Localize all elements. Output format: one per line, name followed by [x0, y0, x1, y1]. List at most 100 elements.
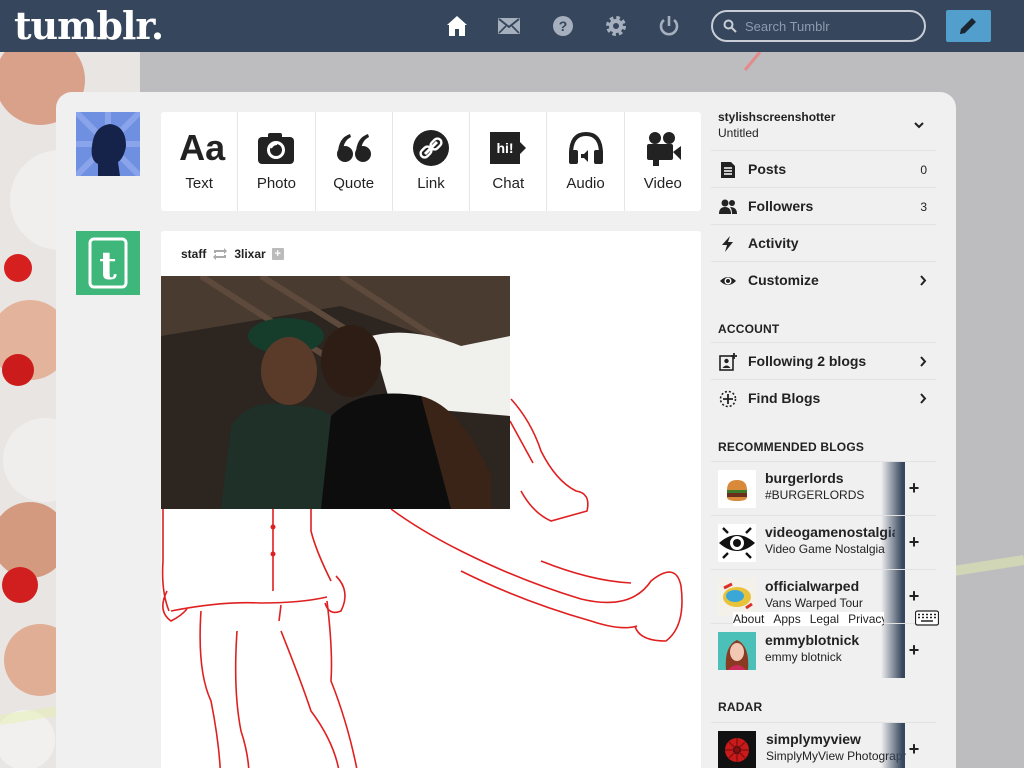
sidebar-item-label: Customize	[748, 272, 819, 288]
emmyblotnick-avatar	[718, 632, 756, 670]
chevron-down-icon	[914, 122, 924, 129]
find-blogs-icon	[719, 390, 737, 408]
sidebar-item-label: Find Blogs	[748, 390, 821, 406]
burgerlords-avatar	[718, 470, 756, 508]
chevron-right-icon	[920, 393, 927, 404]
staff-avatar[interactable]: t	[76, 231, 140, 295]
blog-name: stylishscreenshotter	[718, 110, 836, 124]
video-camera-icon	[643, 128, 683, 168]
recommended-blog-name: burgerlords	[765, 470, 844, 486]
compose-button[interactable]	[946, 10, 991, 42]
post-type-bar: Aa Text Photo Quote Link hi! Chat Audio	[161, 112, 701, 211]
sidebar-item-label: Following 2 blogs	[748, 353, 867, 369]
help-icon[interactable]: ?	[551, 14, 575, 38]
post-type-label: Video	[643, 175, 682, 192]
post-type-label: Link	[417, 175, 445, 192]
post-photo[interactable]	[161, 276, 510, 509]
keyboard-shortcuts-icon[interactable]	[914, 610, 940, 626]
home-icon[interactable]	[445, 14, 469, 38]
sidebar-item-posts[interactable]: Posts 0	[711, 150, 936, 187]
text-aa-icon: Aa	[179, 127, 226, 168]
follow-button[interactable]: +	[904, 479, 924, 499]
post-type-label: Chat	[492, 175, 525, 192]
post-type-link[interactable]: Link	[393, 112, 471, 211]
pencil-icon	[960, 18, 976, 34]
svg-text:t: t	[99, 243, 117, 288]
sidebar-item-find-blogs[interactable]: Find Blogs	[711, 379, 936, 416]
blog-title: Untitled	[718, 126, 759, 140]
top-nav-bar: tumblr. ?	[0, 0, 1024, 52]
follow-button[interactable]: +	[904, 533, 924, 553]
post-type-photo[interactable]: Photo	[238, 112, 316, 211]
sidebar-item-activity[interactable]: Activity	[711, 224, 936, 261]
follow-button[interactable]: +	[904, 641, 924, 661]
recommended-heading: RECOMMENDED BLOGS	[718, 440, 865, 454]
eye-icon	[719, 272, 737, 290]
svg-text:hi!: hi!	[497, 140, 514, 156]
followers-count: 3	[920, 200, 927, 214]
search-input[interactable]	[745, 17, 915, 35]
chevron-right-icon	[920, 275, 927, 286]
sidebar-item-followers[interactable]: Followers 3	[711, 187, 936, 224]
account-heading: ACCOUNT	[718, 322, 780, 336]
blog-switcher[interactable]: stylishscreenshotter Untitled	[718, 110, 932, 150]
recommended-blog[interactable]: burgerlords #BURGERLORDS +	[711, 461, 936, 516]
svg-text:?: ?	[559, 18, 568, 34]
dashboard-post: staff 3lixar +	[161, 231, 701, 768]
videogamenostalgia-avatar	[718, 524, 756, 562]
footer-links: About Apps Legal Privacy	[733, 612, 885, 626]
camera-icon	[256, 128, 296, 168]
mail-icon[interactable]	[497, 14, 521, 38]
post-type-label: Text	[185, 175, 213, 192]
row-fade	[881, 516, 905, 570]
tumblr-logo[interactable]: tumblr.	[14, 4, 164, 48]
recommended-blog-name: emmyblotnick	[765, 632, 860, 648]
link-icon	[411, 128, 451, 168]
officialwarped-avatar	[718, 578, 756, 616]
row-fade	[881, 570, 905, 624]
sidebar-item-customize[interactable]: Customize	[711, 261, 936, 298]
row-fade	[881, 624, 905, 678]
post-type-audio[interactable]: Audio	[547, 112, 625, 211]
footer-legal-link[interactable]: Legal	[810, 612, 839, 626]
post-type-text[interactable]: Aa Text	[161, 112, 239, 211]
headphones-icon	[566, 128, 606, 168]
simplymyview-avatar	[718, 731, 756, 768]
follow-button[interactable]: +	[904, 587, 924, 607]
post-type-label: Photo	[256, 175, 297, 192]
recommended-blog-name: videogamenostalgia	[765, 524, 895, 540]
search-box[interactable]	[711, 10, 926, 42]
recommended-blog[interactable]: emmyblotnick emmy blotnick +	[711, 623, 936, 678]
sidebar-item-following[interactable]: Following 2 blogs	[711, 342, 936, 379]
sidebar-item-label: Followers	[748, 198, 814, 214]
footer-privacy-link[interactable]: Privacy	[848, 612, 884, 626]
post-type-label: Audio	[566, 175, 605, 192]
radar-heading: RADAR	[718, 700, 763, 714]
radar-blog-name: simplymyview	[766, 731, 861, 747]
power-icon[interactable]	[657, 14, 681, 38]
sidebar-item-label: Activity	[748, 235, 799, 251]
post-type-quote[interactable]: Quote	[316, 112, 393, 211]
follow-button[interactable]: +	[904, 740, 924, 760]
gear-icon[interactable]	[604, 14, 628, 38]
sidebar-item-label: Posts	[748, 161, 787, 177]
chat-icon: hi!	[488, 128, 528, 168]
posts-count: 0	[920, 163, 927, 177]
footer-about-link[interactable]: About	[733, 612, 764, 626]
right-sidebar: stylishscreenshotter Untitled Posts 0 Fo…	[711, 92, 936, 768]
recommended-blog-name: officialwarped	[765, 578, 860, 594]
footer-apps-link[interactable]: Apps	[773, 612, 800, 626]
posts-icon	[719, 161, 737, 179]
radar-blog[interactable]: simplymyview SimplyMyView Photography +	[711, 722, 936, 768]
chevron-right-icon	[920, 356, 927, 367]
post-type-video[interactable]: Video	[625, 112, 701, 211]
user-avatar[interactable]	[76, 112, 140, 176]
post-type-chat[interactable]: hi! Chat	[470, 112, 548, 211]
row-fade	[881, 462, 905, 516]
followers-icon	[719, 198, 737, 216]
quote-icon	[334, 128, 374, 168]
row-fade	[881, 723, 905, 768]
lightning-icon	[719, 235, 737, 253]
post-type-label: Quote	[333, 175, 375, 192]
recommended-blog[interactable]: videogamenostalgia Video Game Nostalgia …	[711, 515, 936, 570]
